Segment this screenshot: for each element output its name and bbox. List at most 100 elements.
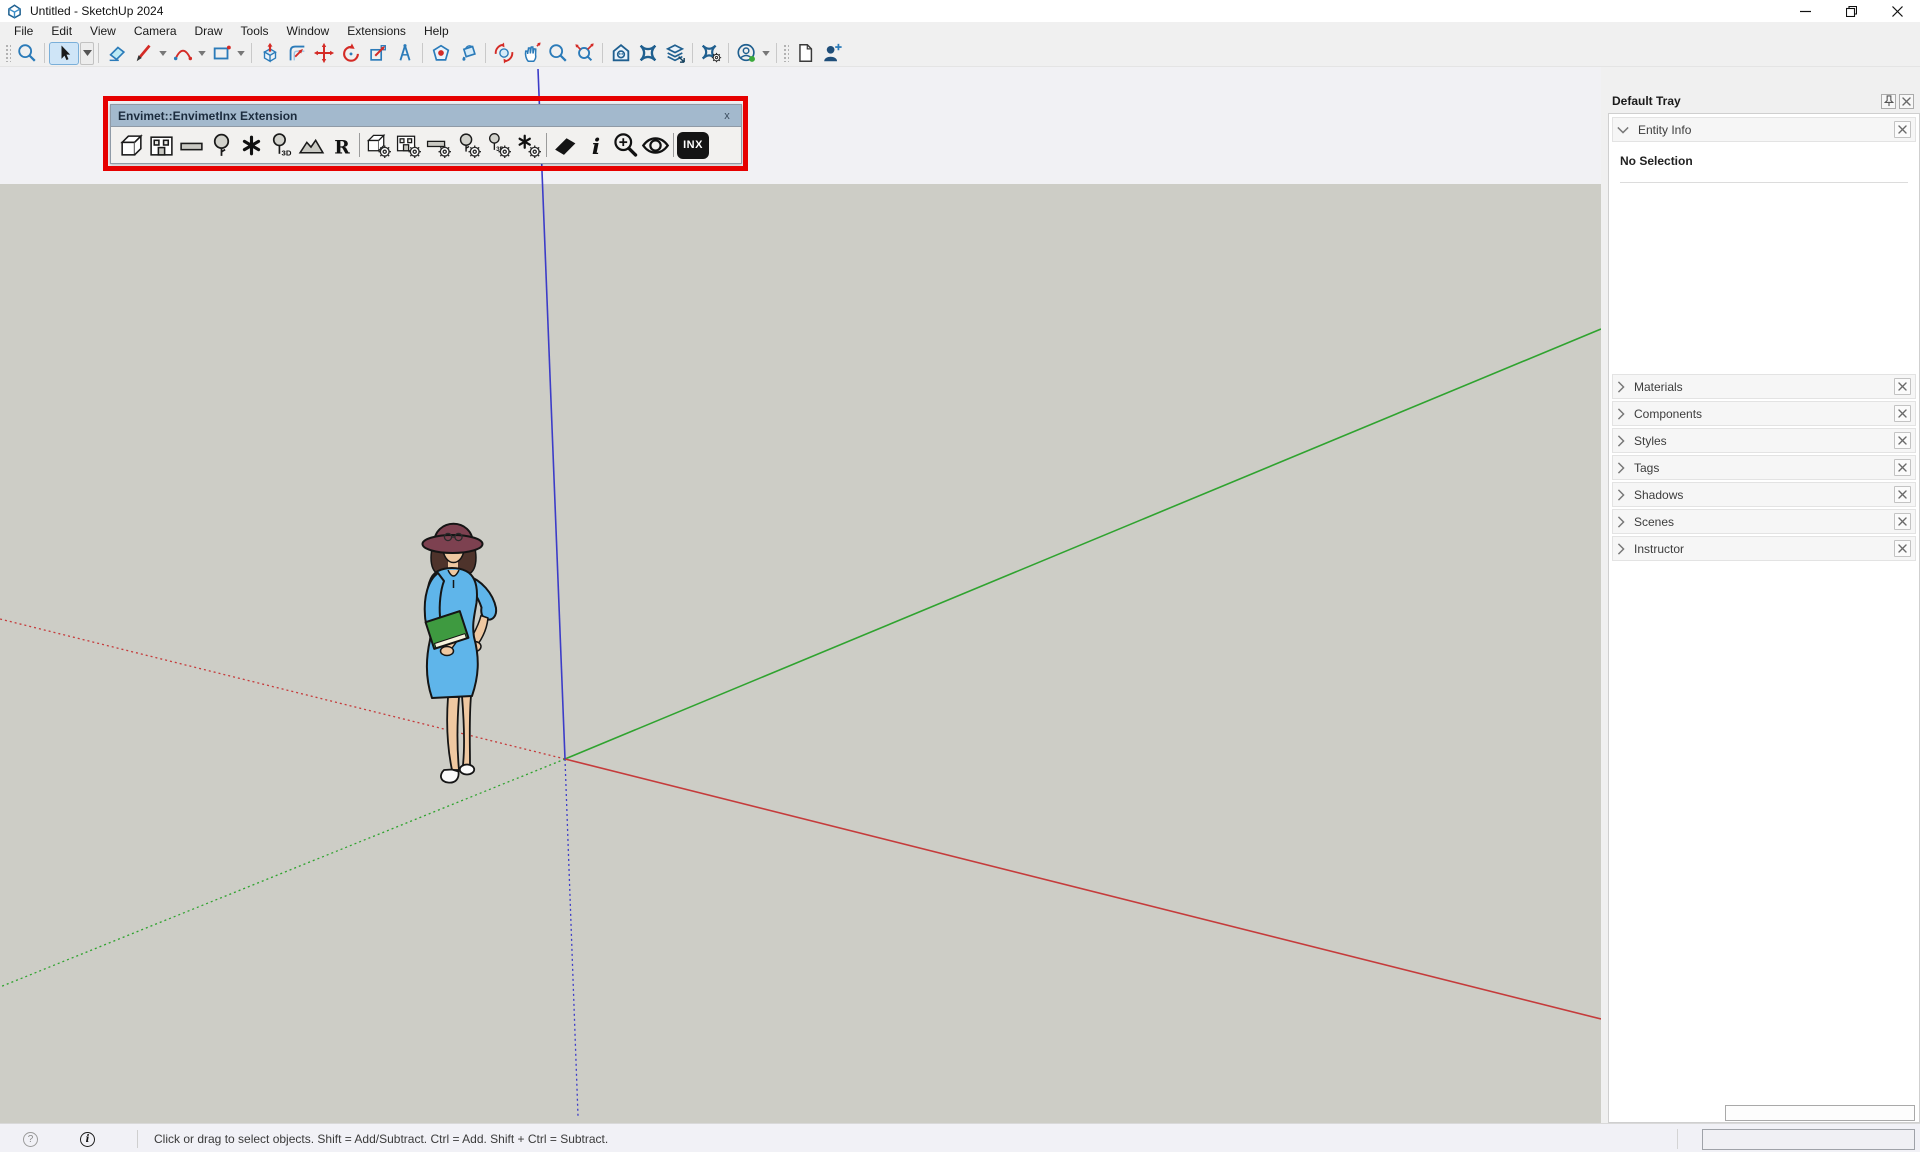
scale-tool-button[interactable] — [364, 41, 391, 65]
envimet-soil-button[interactable] — [176, 130, 206, 160]
close-icon — [1897, 435, 1908, 446]
extension-warehouse-icon — [637, 42, 659, 64]
envimet-simple-plant-button[interactable] — [236, 130, 266, 160]
envimet-zoom-button[interactable] — [610, 130, 640, 160]
tray-header[interactable]: Default Tray — [1608, 89, 1920, 113]
envimet-plant-button[interactable] — [206, 130, 236, 160]
orbit-tool-button[interactable] — [490, 41, 517, 65]
viewport[interactable]: Envimet::EnvimetInx Extension x R — [0, 67, 1601, 1123]
section-close-button[interactable] — [1894, 432, 1911, 449]
share-model-button[interactable] — [818, 41, 845, 65]
rectangle-dropdown[interactable] — [235, 41, 247, 65]
menu-tools[interactable]: Tools — [232, 22, 278, 40]
line-dropdown[interactable] — [157, 41, 169, 65]
envimet-info-button[interactable]: i — [580, 130, 610, 160]
position-camera-tool-button[interactable] — [427, 41, 454, 65]
extension-manager-button[interactable] — [697, 41, 724, 65]
menu-file[interactable]: File — [5, 22, 42, 40]
tray-close-button[interactable] — [1899, 94, 1914, 109]
entity-info-close-button[interactable] — [1894, 121, 1911, 138]
pan-tool-button[interactable] — [517, 41, 544, 65]
section-close-button[interactable] — [1894, 459, 1911, 476]
chevron-right-icon — [1617, 435, 1625, 447]
envimet-model-domain-button[interactable] — [116, 130, 146, 160]
section-close-button[interactable] — [1894, 540, 1911, 557]
svg-text:R: R — [334, 136, 350, 158]
zoom-tool-button[interactable] — [544, 41, 571, 65]
send-to-layout-button[interactable] — [661, 41, 688, 65]
info-icon[interactable]: i — [80, 1132, 95, 1147]
chevron-right-icon — [1617, 408, 1625, 420]
3d-warehouse-button[interactable] — [607, 41, 634, 65]
tray-section-shadows[interactable]: Shadows — [1612, 482, 1916, 507]
tape-measure-tool-button[interactable] — [391, 41, 418, 65]
zoom-extents-icon — [574, 42, 596, 64]
minimize-button[interactable] — [1782, 0, 1828, 22]
zoom-extents-tool-button[interactable] — [571, 41, 598, 65]
chevron-right-icon — [1617, 516, 1625, 528]
envimet-preview-button[interactable] — [640, 130, 670, 160]
new-file-button[interactable] — [791, 41, 818, 65]
menu-help[interactable]: Help — [415, 22, 458, 40]
tray-section-materials[interactable]: Materials — [1612, 374, 1916, 399]
viewport-canvas[interactable] — [0, 67, 1601, 1123]
menu-extensions[interactable]: Extensions — [338, 22, 415, 40]
restore-button[interactable] — [1828, 0, 1874, 22]
entity-info-bar[interactable]: Entity Info — [1612, 117, 1916, 142]
menu-edit[interactable]: Edit — [42, 22, 81, 40]
select-tool-button[interactable] — [49, 42, 79, 65]
main-toolbar — [0, 40, 1920, 67]
tray-section-instructor[interactable]: Instructor — [1612, 536, 1916, 561]
section-close-button[interactable] — [1894, 378, 1911, 395]
envimet-titlebar[interactable]: Envimet::EnvimetInx Extension x — [111, 105, 741, 127]
tray-pin-button[interactable] — [1881, 94, 1896, 109]
section-close-button[interactable] — [1894, 405, 1911, 422]
close-button[interactable] — [1874, 0, 1920, 22]
menu-camera[interactable]: Camera — [125, 22, 186, 40]
select-dropdown-button[interactable] — [80, 42, 94, 65]
move-tool-button[interactable] — [310, 41, 337, 65]
orbit-icon — [493, 42, 515, 64]
move-icon — [313, 42, 335, 64]
envimet-building-button[interactable] — [146, 130, 176, 160]
section-close-button[interactable] — [1894, 486, 1911, 503]
envimet-edit-plant3d-button[interactable] — [483, 130, 513, 160]
measurements-input[interactable] — [1702, 1129, 1915, 1150]
menu-window[interactable]: Window — [278, 22, 339, 40]
paint-bucket-tool-button[interactable] — [454, 41, 481, 65]
envimet-close-button[interactable]: x — [720, 110, 734, 122]
tray-section-styles[interactable]: Styles — [1612, 428, 1916, 453]
help-icon[interactable]: ? — [23, 1132, 38, 1147]
push-pull-tool-button[interactable] — [256, 41, 283, 65]
offset-tool-button[interactable] — [283, 41, 310, 65]
envimet-edit-soil-button[interactable] — [423, 130, 453, 160]
eraser-tool-button[interactable] — [103, 41, 130, 65]
tray-section-components[interactable]: Components — [1612, 401, 1916, 426]
tape-measure-icon — [394, 42, 416, 64]
toolbar-grip[interactable] — [783, 44, 789, 62]
envimet-edit-simple-plant-button[interactable] — [513, 130, 543, 160]
menu-draw[interactable]: Draw — [186, 22, 232, 40]
envimet-inx-export-button[interactable]: INX — [677, 132, 709, 159]
menu-view[interactable]: View — [81, 22, 125, 40]
tray-section-tags[interactable]: Tags — [1612, 455, 1916, 480]
envimet-edit-building-button[interactable] — [393, 130, 423, 160]
toolbar-grip[interactable] — [5, 44, 11, 62]
line-tool-button[interactable] — [130, 41, 157, 65]
account-dropdown[interactable] — [760, 41, 772, 65]
section-close-button[interactable] — [1894, 513, 1911, 530]
envimet-terrain-button[interactable] — [296, 130, 326, 160]
envimet-edit-model-domain-button[interactable] — [363, 130, 393, 160]
arc-dropdown[interactable] — [196, 41, 208, 65]
search-tool-button[interactable] — [13, 41, 40, 65]
envimet-receptor-button[interactable]: R — [326, 130, 356, 160]
envimet-plant3d-button[interactable] — [266, 130, 296, 160]
extension-warehouse-button[interactable] — [634, 41, 661, 65]
tray-section-scenes[interactable]: Scenes — [1612, 509, 1916, 534]
arc-tool-button[interactable] — [169, 41, 196, 65]
rectangle-tool-button[interactable] — [208, 41, 235, 65]
envimet-eraser-button[interactable] — [550, 130, 580, 160]
account-button[interactable] — [733, 41, 760, 65]
envimet-edit-plant-button[interactable] — [453, 130, 483, 160]
rotate-tool-button[interactable] — [337, 41, 364, 65]
